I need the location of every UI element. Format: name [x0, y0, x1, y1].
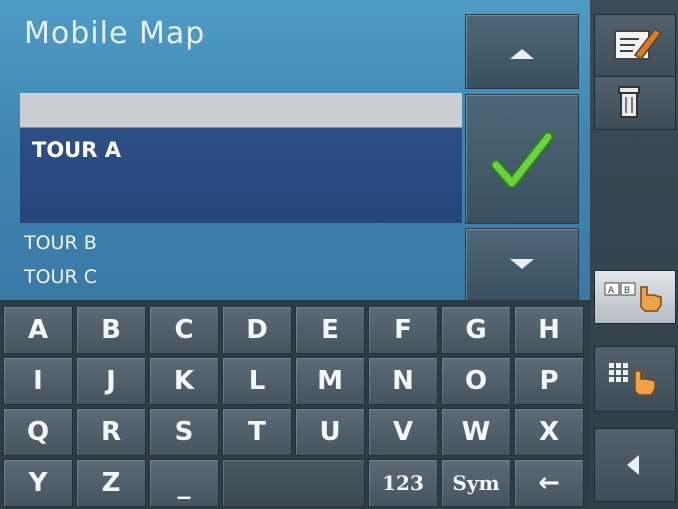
scroll-down-button[interactable]: [465, 228, 579, 301]
key-o[interactable]: O: [441, 357, 511, 405]
key-l[interactable]: L: [222, 357, 292, 405]
app-title: Mobile Map: [24, 16, 206, 51]
triangle-down-icon: [510, 259, 534, 269]
key-d[interactable]: D: [222, 306, 292, 354]
key-s[interactable]: S: [149, 408, 219, 456]
right-toolbar: A B: [590, 0, 678, 509]
key-p[interactable]: P: [514, 357, 584, 405]
svg-text:B: B: [624, 285, 630, 295]
back-arrow-icon: [627, 455, 639, 475]
symbols-key[interactable]: Sym: [441, 459, 511, 507]
key-n[interactable]: N: [368, 357, 438, 405]
checkmark-icon: [490, 131, 554, 189]
key-j[interactable]: J: [76, 357, 146, 405]
key-r[interactable]: R: [76, 408, 146, 456]
key-a[interactable]: A: [3, 306, 73, 354]
key-w[interactable]: W: [441, 408, 511, 456]
key-t[interactable]: T: [222, 408, 292, 456]
abc-keyboard-button[interactable]: A B: [594, 270, 676, 324]
blank-key: [222, 459, 365, 507]
abc-keyboard-icon: A B: [604, 282, 662, 312]
key-x[interactable]: X: [514, 408, 584, 456]
key-k[interactable]: K: [149, 357, 219, 405]
search-input[interactable]: [20, 93, 462, 127]
svg-text:A: A: [608, 285, 614, 295]
trash-icon: [618, 86, 640, 118]
key-e[interactable]: E: [295, 306, 365, 354]
backspace-key[interactable]: ←: [514, 459, 584, 507]
numbers-key[interactable]: 123: [368, 459, 438, 507]
key-u[interactable]: U: [295, 408, 365, 456]
key-v[interactable]: V: [368, 408, 438, 456]
onscreen-keyboard: A B C D E F G H I J K L M N O P Q R S T …: [0, 302, 590, 509]
selected-item-label: TOUR A: [32, 138, 121, 162]
scroll-up-button[interactable]: [465, 14, 579, 89]
key-b[interactable]: B: [76, 306, 146, 354]
list-item[interactable]: TOUR B: [24, 232, 97, 254]
selected-list-item[interactable]: TOUR A: [20, 127, 462, 223]
key-y[interactable]: Y: [3, 459, 73, 507]
space-key[interactable]: _: [149, 459, 219, 507]
grid-keyboard-icon: [609, 363, 656, 396]
edit-note-icon: [614, 27, 663, 61]
confirm-button[interactable]: [465, 94, 579, 224]
key-z[interactable]: Z: [76, 459, 146, 507]
key-q[interactable]: Q: [3, 408, 73, 456]
triangle-up-icon: [510, 49, 534, 59]
key-h[interactable]: H: [514, 306, 584, 354]
grid-keyboard-button[interactable]: [594, 346, 676, 412]
key-f[interactable]: F: [368, 306, 438, 354]
back-button[interactable]: [594, 428, 676, 502]
delete-button[interactable]: [594, 76, 676, 130]
edit-button[interactable]: [594, 14, 676, 78]
mobile-map-screen: Mobile Map TOUR A TOUR B TOUR C A B A B …: [0, 0, 678, 509]
key-g[interactable]: G: [441, 306, 511, 354]
key-m[interactable]: M: [295, 357, 365, 405]
key-i[interactable]: I: [3, 357, 73, 405]
key-c[interactable]: C: [149, 306, 219, 354]
list-item[interactable]: TOUR C: [24, 266, 97, 288]
